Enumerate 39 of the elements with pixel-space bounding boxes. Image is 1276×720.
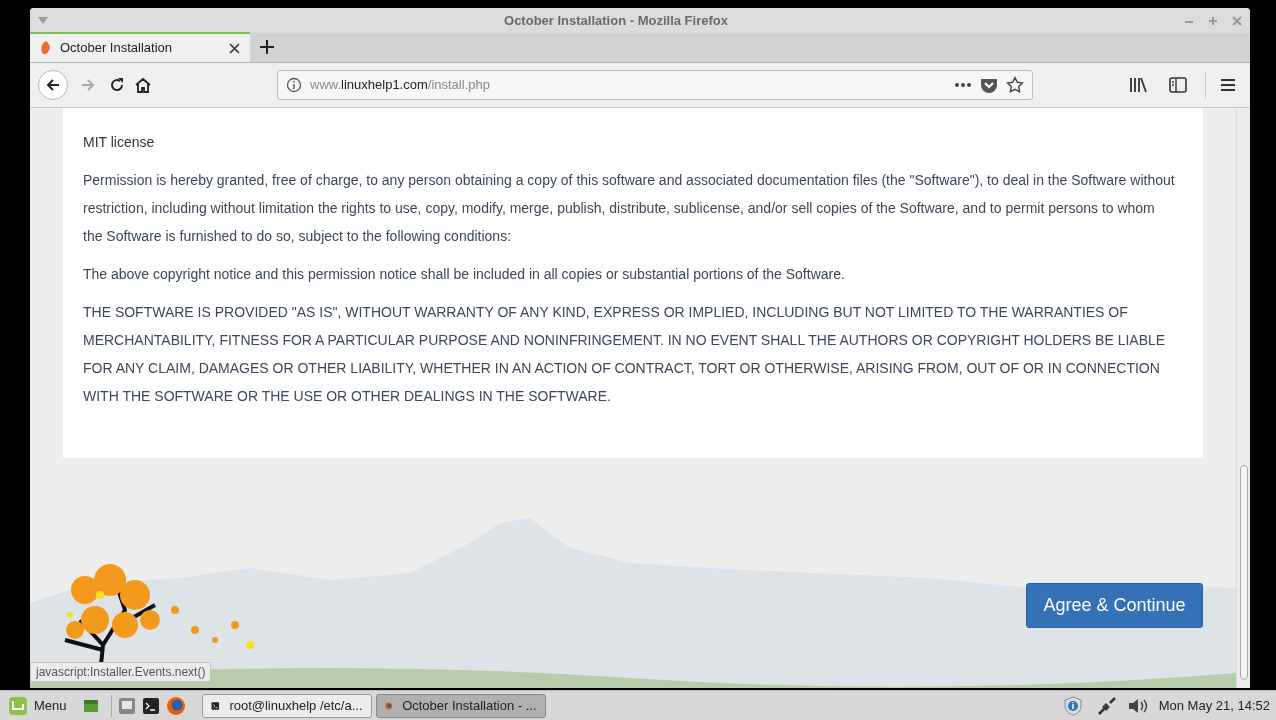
shield-icon[interactable] [1062,695,1083,716]
tab-title: October Installation [60,39,173,58]
show-desktop-icon[interactable] [82,697,99,714]
new-tab-icon[interactable] [260,40,274,54]
pocket-icon[interactable] [980,76,998,94]
taskbar-window-button[interactable]: October Installation - ... [375,693,546,718]
leaf-icon [40,41,52,55]
status-text: javascript:Installer.Events.next() [30,662,212,682]
info-icon[interactable] [286,77,302,93]
menu-button[interactable]: Menu [6,692,69,719]
address-bar[interactable]: www.linuxhelp1.com/install.php [277,70,1033,100]
volume-icon[interactable] [1126,696,1149,715]
window-title: October Installation - Mozilla Firefox [503,11,729,30]
network-icon[interactable] [1096,695,1117,716]
more-icon[interactable] [954,82,972,88]
clock-text: Mon May 21, 14:52 [1158,696,1270,715]
license-heading: MIT license [83,133,156,152]
url-text: www.linuxhelp1.com/install.php [310,76,491,95]
sidebar-icon[interactable] [1169,77,1187,93]
mint-logo-icon [8,695,28,716]
taskbar-window-button[interactable]: root@linuxhelp /etc/a... [201,693,372,718]
back-arrow-icon [45,77,61,93]
forward-arrow-icon [80,77,96,93]
license-paragraph: Permission is hereby granted, free of charge, to any person obtaining a copy of this software and associated documentation files (the "Software"), to deal in the Software without restriction, including without limitation the rights to use, copy, modify, merge, publish, distribute, sublicense, and/or sell copies of the Software, and to permit persons to whom the Software is furnished to do so, subject to the following conditions: [83,171,1175,246]
home-icon[interactable] [134,76,152,94]
license-paragraph: THE SOFTWARE IS PROVIDED "AS IS", WITHOUT WARRANTY OF ANY KIND, EXPRESS OR IMPLIED, INCLUDING BUT NOT LIMITED TO THE WARRANTIES OF MERCHANTABILITY, FITNESS FOR A PARTICULAR PURPOSE AND NONINFRINGEMENT. IN NO EVENT SHALL THE AUTHORS OR COPYRIGHT HOLDERS BE LIABLE FOR ANY CLAIM, DAMAGES OR OTHER LIABILITY, WHETHER IN AN ACTION OF CONTRACT, TORT OR OTHERWISE, ARISING FROM, OUT OF OR IN CONNECTION WITH THE SOFTWARE OR THE USE OR OTHER DEALINGS IN THE SOFTWARE. [83,303,1167,406]
terminal-icon[interactable] [141,696,160,715]
scrollbar[interactable] [1236,108,1250,688]
browser-tab[interactable]: October Installation [30,32,250,62]
reload-icon[interactable] [108,76,126,94]
computer-icon[interactable] [117,696,136,715]
agree-continue-button[interactable]: Agree & Continue [1026,583,1203,628]
library-icon[interactable] [1129,77,1147,93]
star-icon[interactable] [1006,76,1024,94]
close-tab-icon[interactable] [229,42,240,54]
menu-icon[interactable] [1220,78,1236,92]
firefox-icon[interactable] [165,695,186,716]
back-button[interactable] [38,70,68,100]
license-paragraph: The above copyright notice and this permission notice shall be included in all copies or substantial portions of the Software. [83,265,846,284]
